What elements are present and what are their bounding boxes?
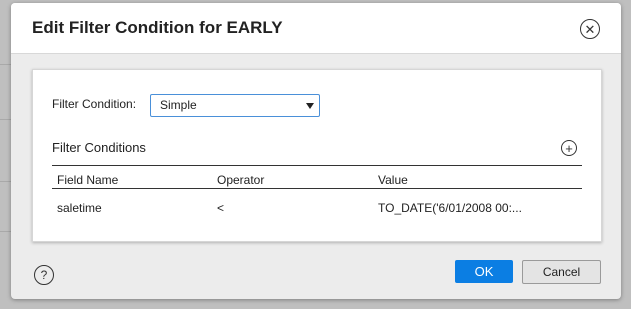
ok-button[interactable]: OK — [455, 260, 513, 283]
filter-conditions-title: Filter Conditions — [52, 140, 146, 155]
table-top-border — [52, 165, 582, 166]
dialog-title: Edit Filter Condition for EARLY — [32, 18, 283, 37]
cell-operator[interactable]: < — [217, 201, 224, 215]
table-header-border — [52, 188, 582, 189]
cell-field-name[interactable]: saletime — [57, 201, 102, 215]
filter-condition-value: Simple — [160, 98, 197, 112]
cell-value[interactable]: TO_DATE('6/01/2008 00:... — [378, 201, 522, 215]
filter-condition-select[interactable]: Simple — [150, 94, 320, 117]
plus-circle-icon[interactable]: + — [561, 140, 577, 156]
filter-panel: Filter Condition: Simple Filter Conditio… — [32, 69, 602, 242]
column-header-value: Value — [378, 173, 408, 187]
cancel-button[interactable]: Cancel — [522, 260, 601, 284]
dialog-header: Edit Filter Condition for EARLY ✕ — [11, 3, 621, 54]
triangle-down-icon — [306, 103, 314, 109]
filter-condition-label: Filter Condition: — [52, 97, 137, 111]
column-header-field-name: Field Name — [57, 173, 119, 187]
column-header-operator: Operator — [217, 173, 265, 187]
edit-filter-dialog: Edit Filter Condition for EARLY ✕ Filter… — [11, 3, 621, 299]
help-icon[interactable]: ? — [34, 265, 54, 285]
close-icon[interactable]: ✕ — [580, 19, 600, 39]
